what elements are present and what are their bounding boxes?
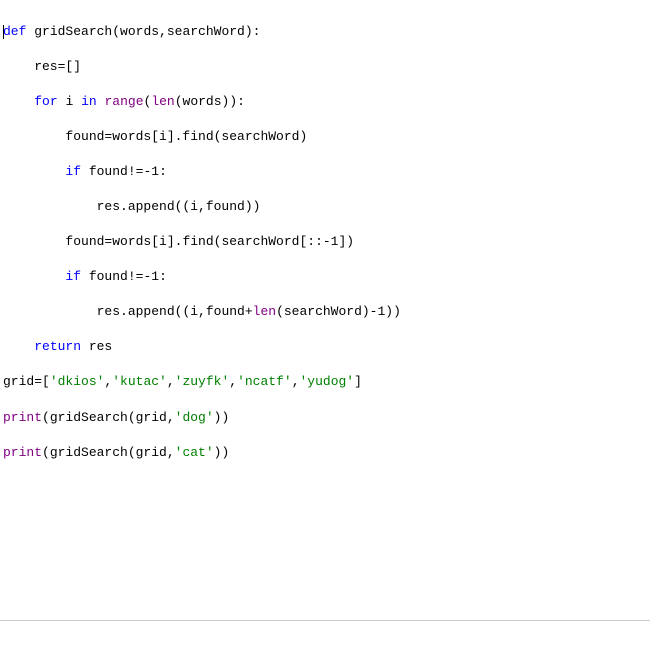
code-line: return res <box>3 338 647 356</box>
code-line: if found!=-1: <box>3 163 647 181</box>
string-literal: 'cat' <box>175 445 214 460</box>
code-line: found=words[i].find(searchWord) <box>3 128 647 146</box>
function-name: gridSearch <box>34 24 112 39</box>
string-literal: 'ncatf' <box>237 374 292 389</box>
code-line: res.append((i,found)) <box>3 198 647 216</box>
builtin-print: print <box>3 410 42 425</box>
code-line: def gridSearch(words,searchWord): <box>3 23 647 41</box>
code-line: res.append((i,found+len(searchWord)-1)) <box>3 303 647 321</box>
string-literal: 'dkios' <box>50 374 105 389</box>
keyword-for: for <box>34 94 57 109</box>
divider <box>0 620 650 621</box>
builtin-len: len <box>151 94 174 109</box>
builtin-range: range <box>104 94 143 109</box>
string-literal: 'dog' <box>175 410 214 425</box>
code-line: if found!=-1: <box>3 268 647 286</box>
keyword-return: return <box>34 339 81 354</box>
keyword-if: if <box>65 269 81 284</box>
keyword-def: def <box>3 24 26 39</box>
code-line: for i in range(len(words)): <box>3 93 647 111</box>
builtin-len: len <box>253 304 276 319</box>
builtin-print: print <box>3 445 42 460</box>
code-editor[interactable]: def gridSearch(words,searchWord): res=[]… <box>0 0 650 620</box>
code-line: found=words[i].find(searchWord[::-1]) <box>3 233 647 251</box>
code-line: print(gridSearch(grid,'cat')) <box>3 444 647 462</box>
keyword-in: in <box>81 94 97 109</box>
code-line: res=[] <box>3 58 647 76</box>
code-line: grid=['dkios','kutac','zuyfk','ncatf','y… <box>3 373 647 391</box>
keyword-if: if <box>65 164 81 179</box>
string-literal: 'yudog' <box>300 374 355 389</box>
string-literal: 'kutac' <box>112 374 167 389</box>
code-line: print(gridSearch(grid,'dog')) <box>3 409 647 427</box>
string-literal: 'zuyfk' <box>175 374 230 389</box>
